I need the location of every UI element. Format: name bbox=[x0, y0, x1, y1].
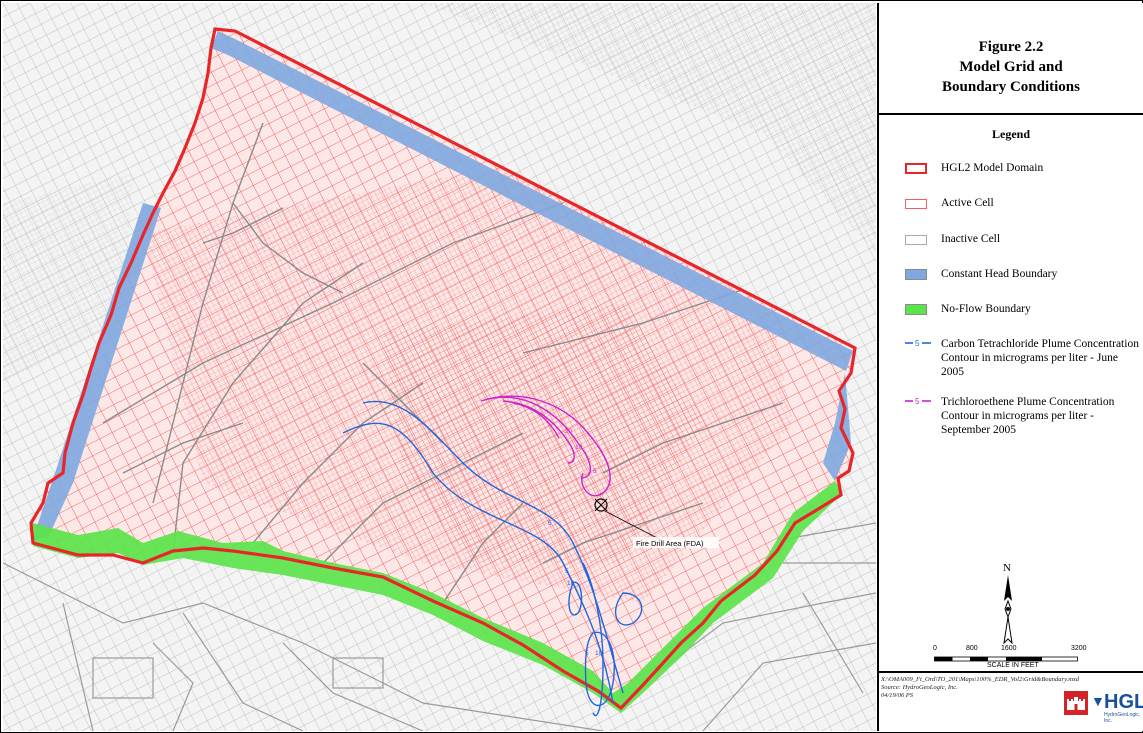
mxd-path: X:\OMA009_Ft_Ord\TO_201\Maps\100%_EDR_Vo… bbox=[881, 676, 1080, 683]
north-arrow-icon: N bbox=[1003, 562, 1013, 645]
hgl-logo-subtext: HydroGeoLogic, Inc. bbox=[1104, 712, 1141, 724]
legend-label: Constant Head Boundary bbox=[941, 268, 1058, 280]
contour-label: 5 bbox=[593, 468, 597, 475]
legend-title: Legend bbox=[991, 127, 1030, 141]
legend-label: Trichloroethene Plume Concentration Cont… bbox=[941, 396, 1115, 436]
contour-label: 10 bbox=[595, 650, 603, 657]
source-info: X:\OMA009_Ft_Ord\TO_201\Maps\100%_EDR_Vo… bbox=[881, 676, 1080, 700]
active-cell-swatch bbox=[905, 199, 927, 209]
map-date: 04/19/06 PS bbox=[881, 692, 913, 699]
ct-sample-label: 5 bbox=[915, 339, 920, 348]
figure-title-line: Model Grid and bbox=[959, 59, 1063, 75]
figure-number: Figure 2.2 bbox=[978, 39, 1044, 55]
ct-contour-swatch: 5 bbox=[905, 339, 931, 348]
constant-head-swatch bbox=[905, 269, 927, 280]
scale-tick: 800 bbox=[966, 645, 978, 652]
contour-label: 10 bbox=[575, 444, 583, 451]
tce-sample-label: 5 bbox=[915, 397, 920, 406]
model-domain-swatch bbox=[905, 163, 927, 174]
tce-contour-swatch: 5 bbox=[905, 397, 931, 406]
contour-label: 10 bbox=[567, 580, 575, 587]
figure-title-box: Figure 2.2 Model Grid and Boundary Condi… bbox=[879, 3, 1143, 115]
source-credit: Source: HydroGeoLogic, Inc. bbox=[881, 684, 958, 691]
figure-title-line: Boundary Conditions bbox=[942, 79, 1080, 95]
hgl-mark-icon: ▼ bbox=[1091, 695, 1105, 710]
legend-label: HGL2 Model Domain bbox=[941, 162, 1044, 174]
contour-label: 5 bbox=[565, 568, 569, 575]
contour-label: 5 bbox=[548, 520, 552, 527]
hgl-logo: ▼ HGL HydroGeoLogic, Inc. bbox=[1091, 691, 1143, 724]
footer: X:\OMA009_Ft_Ord\TO_201\Maps\100%_EDR_Vo… bbox=[879, 671, 1143, 733]
contour-label: 5 bbox=[585, 650, 589, 657]
inactive-cell-swatch bbox=[905, 235, 927, 245]
hgl-logo-text: HGL bbox=[1104, 691, 1143, 713]
scale-tick: 3200 bbox=[1071, 645, 1087, 652]
usace-castle-logo bbox=[1064, 691, 1088, 715]
model-grid-map: Fire Drill Area (FDA) 20 10 5 1 5 5 10 5… bbox=[3, 3, 876, 731]
fda-label: Fire Drill Area (FDA) bbox=[636, 539, 704, 548]
legend: Legend HGL2 Model Domain Active Cell Ina… bbox=[879, 115, 1143, 671]
no-flow-swatch bbox=[905, 304, 927, 315]
legend-label: Inactive Cell bbox=[941, 233, 1001, 245]
side-panel: Figure 2.2 Model Grid and Boundary Condi… bbox=[877, 3, 1143, 731]
scale-caption: SCALE IN FEET bbox=[987, 662, 1039, 669]
legend-label: Carbon Tetrachloride Plume Concentration… bbox=[941, 338, 1139, 378]
map-panel: Fire Drill Area (FDA) 20 10 5 1 5 5 10 5… bbox=[3, 3, 876, 731]
contour-label: 1 bbox=[608, 480, 612, 487]
legend-label: No-Flow Boundary bbox=[941, 303, 1031, 315]
scale-tick: 0 bbox=[933, 645, 937, 652]
contour-label: 20 bbox=[565, 428, 573, 435]
figure-frame: Fire Drill Area (FDA) 20 10 5 1 5 5 10 5… bbox=[0, 0, 1143, 733]
scale-tick: 1600 bbox=[1001, 645, 1017, 652]
legend-label: Active Cell bbox=[941, 197, 994, 209]
north-label: N bbox=[1003, 562, 1011, 574]
